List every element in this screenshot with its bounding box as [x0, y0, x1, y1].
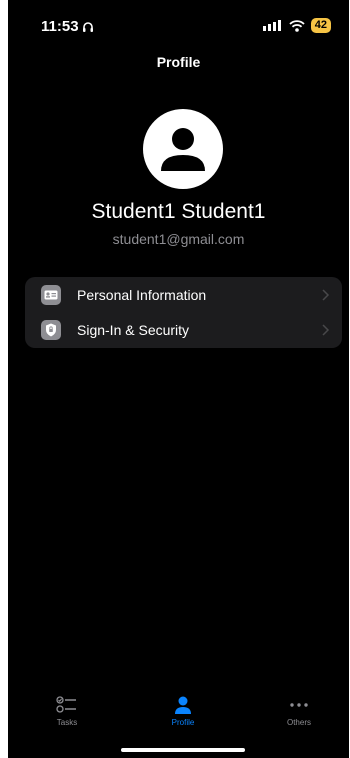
- id-card-icon: [41, 284, 61, 305]
- tab-label: Profile: [171, 718, 195, 727]
- avatar: [143, 109, 223, 189]
- wifi-icon: [289, 19, 305, 32]
- profile-screen: 11:53 42 Profile Student1 Student1 stude…: [8, 0, 349, 758]
- page-title: Profile: [156, 54, 201, 70]
- user-name: Student1 Student1: [91, 200, 266, 223]
- status-time: 11:53: [41, 18, 94, 35]
- person-icon: [175, 696, 191, 714]
- tab-others[interactable]: Others: [249, 695, 349, 727]
- user-email: student1@gmail.com: [112, 231, 245, 247]
- ellipsis-icon: [290, 703, 308, 707]
- menu-item-sign-in-security[interactable]: Sign-In & Security: [25, 312, 342, 347]
- tab-bar: Tasks Profile Others: [8, 695, 349, 740]
- menu-item-personal-information[interactable]: Personal Information: [25, 277, 342, 312]
- chevron-right-icon: [322, 323, 330, 336]
- status-time-text: 11:53: [41, 18, 79, 35]
- person-icon: [161, 128, 205, 171]
- tab-label: Tasks: [56, 718, 78, 727]
- shield-icon: [41, 319, 61, 340]
- checklist-icon: [56, 696, 76, 713]
- cellular-signal-icon: [262, 20, 281, 31]
- settings-menu: Personal Information Sign-In & Security: [25, 277, 342, 348]
- tab-profile[interactable]: Profile: [133, 695, 233, 727]
- headphones-icon: [82, 21, 93, 32]
- battery-indicator: 42: [310, 18, 331, 33]
- home-indicator[interactable]: [121, 748, 245, 752]
- status-indicators: 42: [262, 18, 331, 33]
- menu-item-label: Personal Information: [77, 286, 207, 303]
- status-bar: 11:53 42: [8, 0, 349, 50]
- menu-item-label: Sign-In & Security: [77, 321, 190, 338]
- chevron-right-icon: [322, 288, 330, 301]
- tab-label: Others: [286, 718, 311, 727]
- tab-tasks[interactable]: Tasks: [17, 695, 117, 727]
